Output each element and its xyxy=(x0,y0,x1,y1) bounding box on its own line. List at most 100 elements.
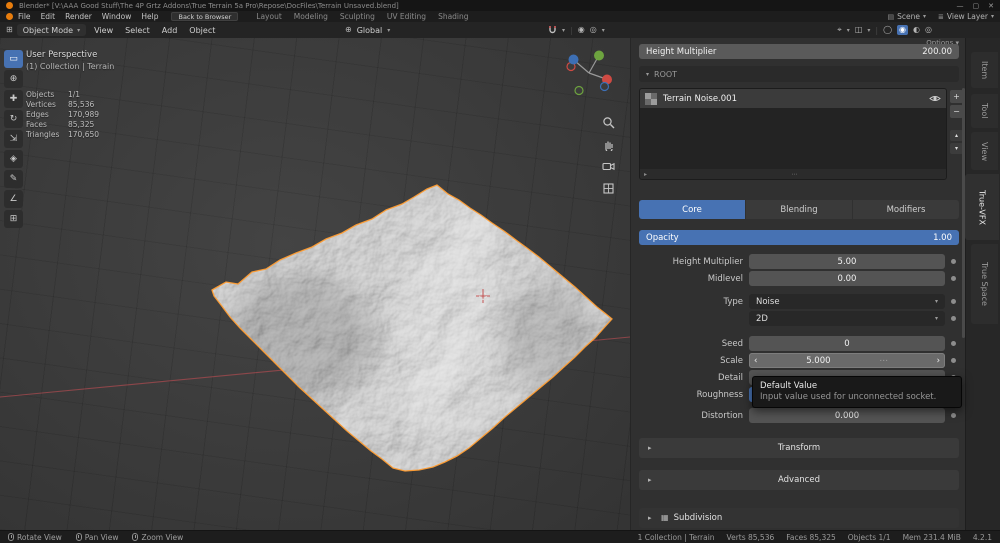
tool-rotate[interactable]: ↻ xyxy=(4,110,23,128)
root-section-header[interactable]: ▾ ROOT xyxy=(639,66,959,82)
3d-viewport[interactable]: User Perspective (1) Collection | Terrai… xyxy=(0,38,630,530)
tool-add-cube[interactable]: ⊞ xyxy=(4,210,23,228)
sidebar-tab-true-space[interactable]: True Space xyxy=(971,244,998,324)
camera-view-icon[interactable] xyxy=(602,160,615,173)
maximize-button[interactable]: ▢ xyxy=(973,2,980,10)
chevron-down-icon: ▾ xyxy=(387,26,391,34)
viewport-display-group: ⌖ ▾ ◫ ▾ | ◯ ◉ ◐ ◎ xyxy=(837,25,932,35)
list-item[interactable]: Terrain Noise.001 xyxy=(640,89,946,108)
workspace-tab-modeling[interactable]: Modeling xyxy=(288,12,334,21)
height-multiplier-field[interactable]: 5.00 xyxy=(749,254,945,269)
window-title: Blender* [V:\AAA Good Stuff\The 4P Grtz … xyxy=(19,1,399,10)
separator: | xyxy=(570,25,573,35)
type-dropdown[interactable]: Noise ▾ xyxy=(749,294,945,309)
tool-scale[interactable]: ⇲ xyxy=(4,130,23,148)
height-multiplier-label: Height Multiplier xyxy=(672,257,743,267)
mouse-icon xyxy=(8,533,14,541)
section-title: Advanced xyxy=(778,475,820,485)
workspace-tab-shading[interactable]: Shading xyxy=(432,12,474,21)
active-collection-label: (1) Collection | Terrain xyxy=(26,62,115,71)
distortion-field[interactable]: 0.000 xyxy=(749,408,945,423)
menu-window[interactable]: Window xyxy=(97,12,137,21)
chevron-down-icon: ▾ xyxy=(867,26,871,34)
scene-selector[interactable]: ▤ Scene ▾ xyxy=(888,12,927,21)
tool-select-box[interactable]: ▭ xyxy=(4,50,23,68)
zoom-icon[interactable] xyxy=(602,116,615,129)
chevron-down-icon: ▾ xyxy=(923,13,927,20)
minimize-button[interactable]: — xyxy=(957,2,964,10)
sidebar-tab-view[interactable]: View xyxy=(971,132,998,170)
decrement-arrow-icon[interactable]: ‹ xyxy=(754,356,757,366)
view-layer-selector[interactable]: ≣ View Layer ▾ xyxy=(938,12,994,21)
workspace-tab-sculpting[interactable]: Sculpting xyxy=(334,12,381,21)
sidebar-tab-item[interactable]: Item xyxy=(971,52,998,88)
chevron-down-icon: ▾ xyxy=(646,70,650,78)
menu-render[interactable]: Render xyxy=(60,12,97,21)
proportional-falloff-icon[interactable]: ◎ xyxy=(590,26,597,34)
shading-material-icon[interactable]: ◐ xyxy=(913,26,920,34)
terrain-layer-list[interactable]: Terrain Noise.001 ▸ ⋯ xyxy=(639,88,947,180)
status-hint-zoom: Zoom View xyxy=(132,533,183,542)
tooltip-title: Default Value xyxy=(760,381,818,391)
blender-menu-icon[interactable] xyxy=(6,13,13,20)
detail-label: Detail xyxy=(717,373,743,383)
seed-field[interactable]: 0 xyxy=(749,336,945,351)
terrain-mesh xyxy=(211,184,613,472)
editor-type-icon[interactable]: ⊞ xyxy=(6,26,13,34)
visibility-eye-icon[interactable] xyxy=(929,94,941,103)
opacity-slider[interactable]: Opacity 1.00 xyxy=(639,230,959,245)
proportional-edit-icon[interactable]: ◉ xyxy=(578,26,585,34)
tab-modifiers[interactable]: Modifiers xyxy=(853,200,959,219)
menu-file[interactable]: File xyxy=(13,12,36,21)
shading-wireframe-icon[interactable]: ◯ xyxy=(883,26,892,34)
axis-y-ball xyxy=(594,50,604,61)
mode-dropdown[interactable]: Object Mode ▾ xyxy=(16,24,87,36)
list-footer: ▸ ⋯ xyxy=(640,169,946,179)
navigation-gizmo[interactable] xyxy=(562,46,616,100)
orientation-dropdown[interactable]: Global xyxy=(357,26,383,35)
socket-dot xyxy=(951,299,956,304)
tool-transform[interactable]: ◈ xyxy=(4,150,23,168)
socket-dot xyxy=(951,259,956,264)
tool-measure[interactable]: ∠ xyxy=(4,190,23,208)
pan-hand-icon[interactable] xyxy=(602,138,615,151)
scene-statistics: Objects 1/1 Vertices 85,536 Edges 170,989 F… xyxy=(26,90,100,139)
tool-move[interactable]: ✚ xyxy=(4,90,23,108)
subdivision-section-header[interactable]: ▸ ▦ Subdivision xyxy=(639,508,959,528)
show-gizmo-icon[interactable]: ⌖ xyxy=(837,26,842,34)
menu-edit[interactable]: Edit xyxy=(36,12,61,21)
back-to-browser-button[interactable]: Back to Browser xyxy=(171,12,239,21)
scale-field[interactable]: ‹ 5.000 ⋯ › xyxy=(749,353,945,368)
expand-icon[interactable]: ▸ xyxy=(644,171,647,178)
menu-add[interactable]: Add xyxy=(158,26,182,35)
transform-section-header[interactable]: ▸ Transform xyxy=(639,438,959,458)
menu-select[interactable]: Select xyxy=(121,26,154,35)
sidebar-tab-true-vfx[interactable]: True-VFX xyxy=(965,174,999,240)
tab-core[interactable]: Core xyxy=(639,200,745,219)
shading-rendered-icon[interactable]: ◎ xyxy=(925,26,932,34)
close-button[interactable]: ✕ xyxy=(988,2,994,10)
separator: | xyxy=(875,25,879,35)
orthographic-grid-icon[interactable] xyxy=(602,182,615,195)
sidebar-tab-tool[interactable]: Tool xyxy=(971,94,998,128)
midlevel-field[interactable]: 0.00 xyxy=(749,271,945,286)
advanced-section-header[interactable]: ▸ Advanced xyxy=(639,470,959,490)
dimensions-dropdown[interactable]: 2D ▾ xyxy=(749,311,945,326)
chevron-down-icon: ▾ xyxy=(934,315,938,322)
increment-arrow-icon[interactable]: › xyxy=(937,356,940,366)
tool-annotate[interactable]: ✎ xyxy=(4,170,23,188)
shading-solid-icon[interactable]: ◉ xyxy=(897,25,909,35)
tool-cursor[interactable]: ⊕ xyxy=(4,70,23,88)
tab-blending[interactable]: Blending xyxy=(746,200,852,219)
menu-view[interactable]: View xyxy=(90,26,117,35)
height-multiplier-top-slider[interactable]: Height Multiplier 200.00 xyxy=(639,44,959,59)
snap-magnet-icon[interactable] xyxy=(548,25,557,35)
overlays-icon[interactable]: ◫ xyxy=(855,26,863,34)
menu-help[interactable]: Help xyxy=(136,12,163,21)
view-perspective-label: User Perspective xyxy=(26,50,98,60)
menu-object[interactable]: Object xyxy=(185,26,219,35)
workspace-tab-layout[interactable]: Layout xyxy=(250,12,288,21)
workspace-tab-uv-editing[interactable]: UV Editing xyxy=(381,12,432,21)
chevron-down-icon[interactable]: ▾ xyxy=(562,27,565,34)
grip-icon[interactable]: ⋯ xyxy=(792,171,798,178)
